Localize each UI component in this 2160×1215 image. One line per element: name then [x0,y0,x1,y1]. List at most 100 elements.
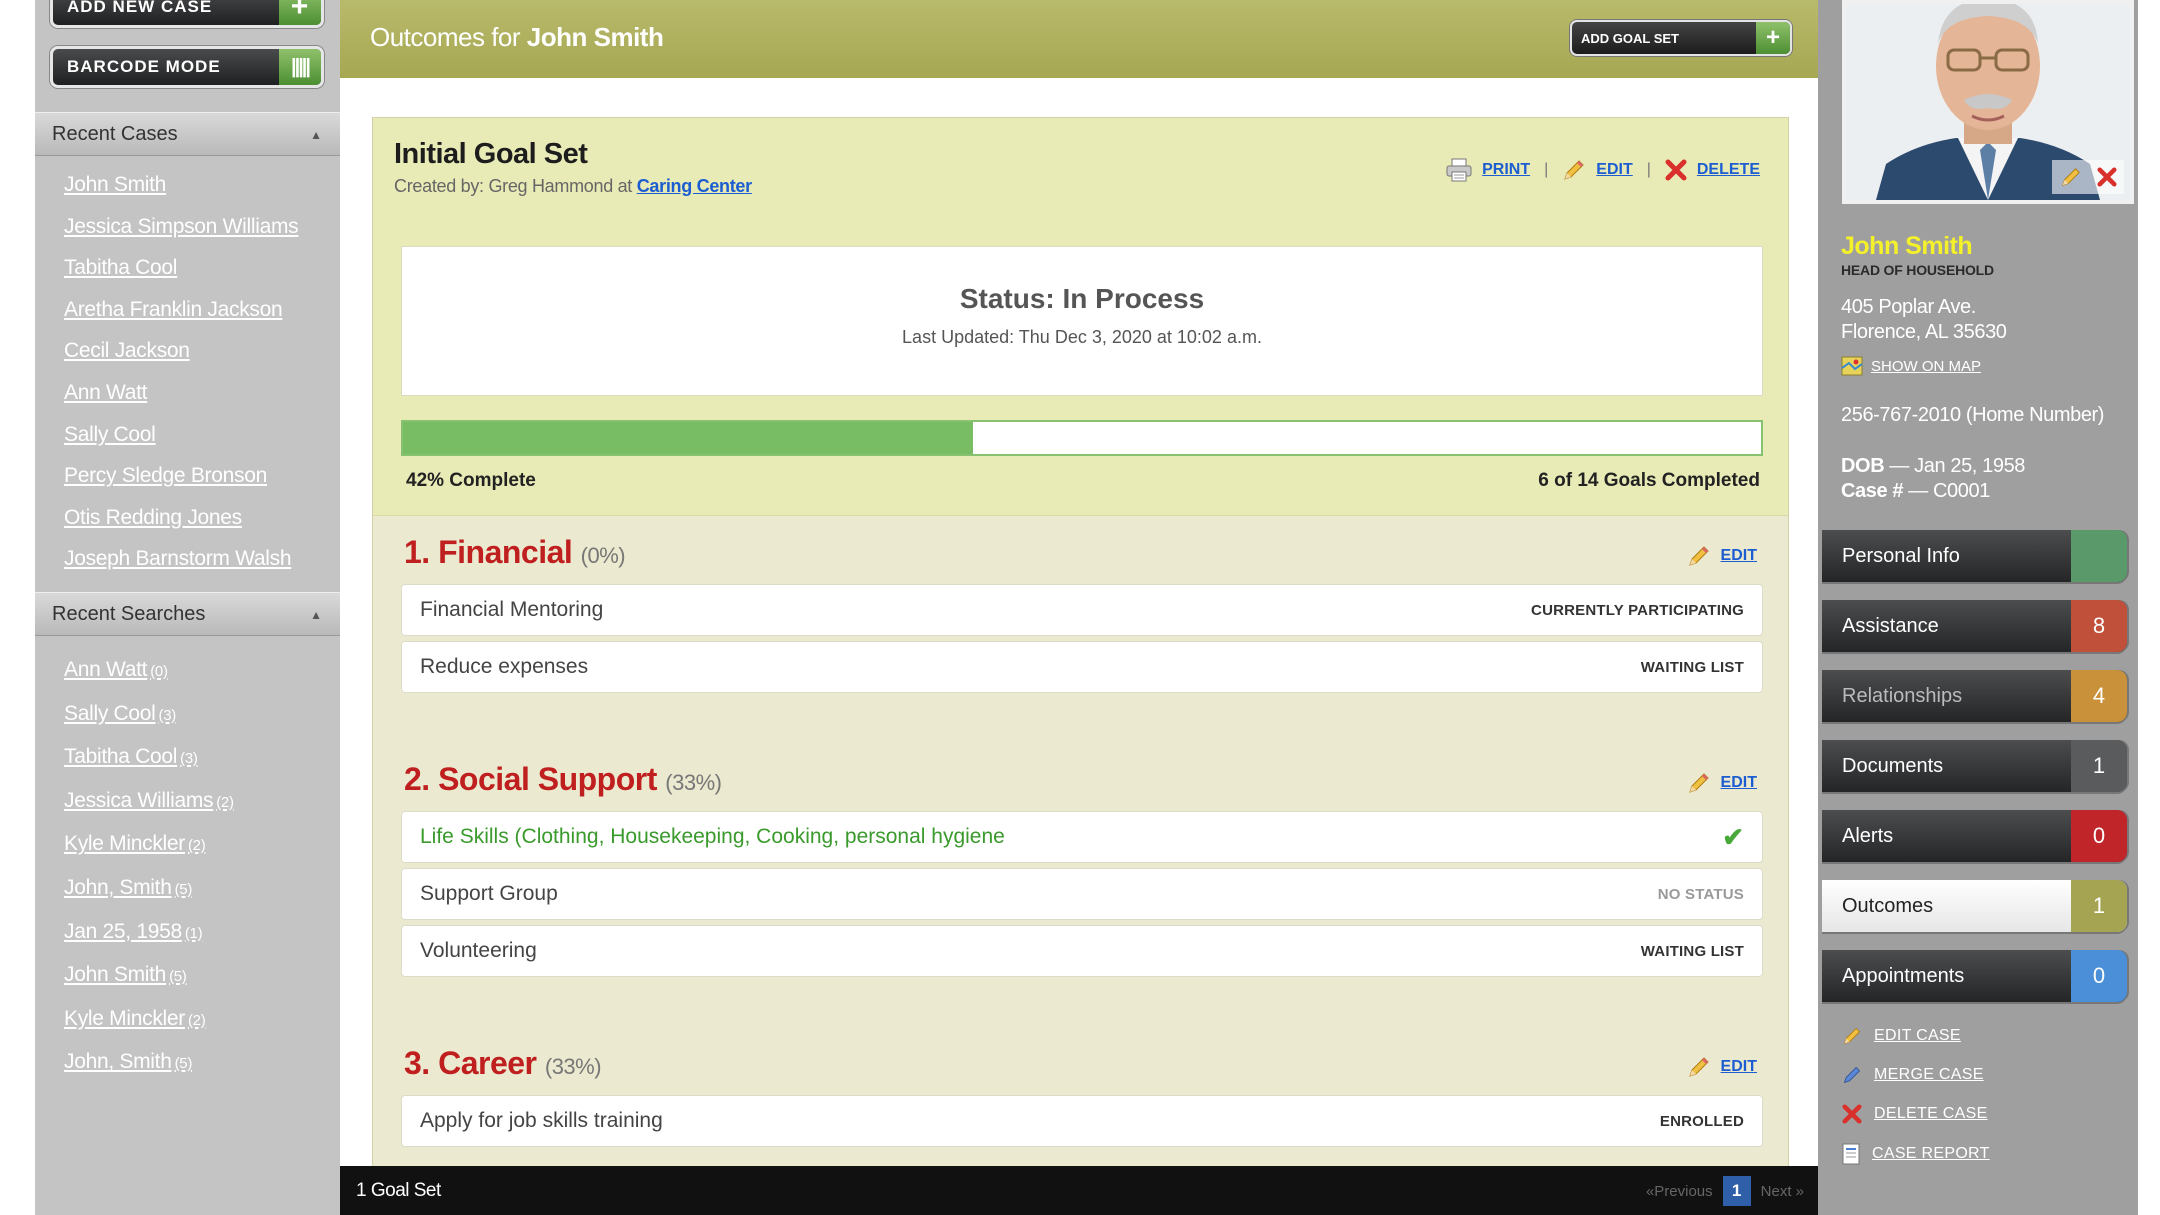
recent-search-item[interactable]: John, Smith (5) [64,866,234,910]
edit-section-link[interactable]: EDIT [1721,774,1757,792]
next-page-link[interactable]: Next » [1761,1183,1804,1200]
recent-cases-heading[interactable]: Recent Cases ▲ [35,112,340,156]
checkmark-icon: ✔ [1722,821,1744,852]
recent-search-item[interactable]: John Smith (5) [64,953,234,997]
recent-case-link[interactable]: Joseph Barnstorm Walsh [64,538,298,580]
recent-searches-heading[interactable]: Recent Searches ▲ [35,592,340,636]
app-window: ADD NEW CASE + BARCODE MODE ||||| Recent… [0,0,2160,1215]
page-header: Outcomes for John Smith ADD GOAL SET + [340,0,1818,78]
progress-bar-fill [403,422,974,454]
goal-name: Reduce expenses [420,655,589,678]
nav-outcomes[interactable]: Outcomes 1 [1822,880,2127,932]
recent-case-link[interactable]: Tabitha Cool [64,247,298,289]
nav-assistance[interactable]: Assistance 8 [1822,600,2127,652]
recent-case-link[interactable]: Otis Redding Jones [64,497,298,539]
goal-set-created-by: Created by: Greg Hammond at Caring Cente… [394,176,752,197]
barcode-icon: ||||| [279,49,321,85]
recent-search-count: (1) [184,924,203,942]
created-by-text: Created by: Greg Hammond at [394,176,633,196]
recent-case-link[interactable]: Cecil Jackson [64,330,298,372]
client-case-number: Case # — C0001 [1841,480,1990,503]
recent-search-label: Ann Watt [64,658,148,681]
recent-search-item[interactable]: Kyle Minckler (2) [64,822,234,866]
merge-case-link[interactable]: MERGE CASE [1842,1065,1984,1085]
show-on-map-link[interactable]: SHOW ON MAP [1841,356,1981,376]
recent-case-link[interactable]: Aretha Franklin Jackson [64,289,298,331]
recent-case-link[interactable]: John Smith [64,164,298,206]
profile-photo [1842,0,2134,204]
barcode-mode-button[interactable]: BARCODE MODE ||||| [50,46,324,88]
delete-goal-set-link[interactable]: DELETE [1697,161,1760,179]
current-page-button[interactable]: 1 [1722,1176,1751,1206]
client-role: HEAD OF HOUSEHOLD [1841,262,1994,278]
recent-search-item[interactable]: John, Smith (5) [64,1040,234,1084]
status-last-updated: Last Updated: Thu Dec 3, 2020 at 10:02 a… [902,327,1262,347]
recent-search-item[interactable]: Sally Cool (3) [64,692,234,736]
remove-photo-x-icon[interactable] [2096,167,2117,187]
nav-personal-info[interactable]: Personal Info [1822,530,2127,582]
delete-case-link[interactable]: DELETE CASE [1842,1104,1988,1124]
recent-search-label: Sally Cool [64,701,156,725]
nav-label: Relationships [1842,684,1963,707]
add-new-case-label: ADD NEW CASE [67,0,213,16]
pencil-icon[interactable] [1687,771,1711,795]
pager: «Previous 1 Next » [1646,1176,1804,1206]
goal-row-completed[interactable]: Life Skills (Clothing, Housekeeping, Coo… [401,811,1763,863]
recent-case-link[interactable]: Ann Watt [64,372,298,414]
add-goal-set-button[interactable]: ADD GOAL SET + [1570,20,1792,56]
edit-case-link[interactable]: EDIT CASE [1842,1026,1961,1046]
recent-case-link[interactable]: Jessica Simpson Williams [64,206,299,248]
recent-search-item[interactable]: Kyle Minckler (2) [64,997,234,1041]
nav-label: Appointments [1842,964,1965,987]
delete-x-icon[interactable] [1665,159,1687,181]
nav-relationships[interactable]: Relationships 4 [1822,670,2127,722]
recent-search-label: John, Smith [64,1050,172,1074]
recent-search-item[interactable]: Tabitha Cool (3) [64,735,234,779]
case-report-label: CASE REPORT [1872,1145,1990,1162]
page-title: Outcomes for John Smith [370,22,664,53]
pencil-icon[interactable] [1687,1055,1711,1079]
goal-set-title: Initial Goal Set [394,138,588,170]
pencil-icon[interactable] [1687,544,1711,568]
goal-name: Volunteering [420,939,537,962]
goal-row[interactable]: Volunteering WAITING LIST [401,925,1763,977]
created-by-location-link[interactable]: Caring Center [637,176,752,196]
print-link[interactable]: PRINT [1482,161,1530,179]
goal-row[interactable]: Apply for job skills training ENROLLED [401,1095,1763,1147]
pencil-icon[interactable] [1562,158,1586,182]
recent-search-item[interactable]: Jessica Williams (2) [64,779,234,823]
nav-label: Alerts [1842,824,1894,847]
recent-search-item[interactable]: Jan 25, 1958 (1) [64,910,234,954]
recent-search-count: (2) [187,1011,206,1029]
edit-section-link[interactable]: EDIT [1721,547,1757,565]
pagination-bar: 1 Goal Set «Previous 1 Next » [340,1166,1818,1215]
recent-search-label: Kyle Minckler [64,832,185,856]
collapse-triangle-icon[interactable]: ▲ [310,128,322,142]
goal-row[interactable]: Financial Mentoring CURRENTLY PARTICIPAT… [401,584,1763,636]
recent-search-count: (5) [174,880,193,898]
nav-appointments[interactable]: Appointments 0 [1822,950,2127,1002]
nav-documents[interactable]: Documents 1 [1822,740,2127,792]
collapse-triangle-icon[interactable]: ▲ [310,608,322,622]
case-report-link[interactable]: CASE REPORT [1842,1143,1990,1165]
nav-alerts[interactable]: Alerts 0 [1822,810,2127,862]
right-sidebar: John Smith HEAD OF HOUSEHOLD 405 Poplar … [1818,0,2138,1215]
goal-status: WAITING LIST [1640,942,1744,960]
add-new-case-button[interactable]: ADD NEW CASE + [50,0,324,28]
previous-page-link[interactable]: «Previous [1646,1183,1713,1200]
edit-photo-pencil-icon[interactable] [2060,166,2082,188]
merge-case-label: MERGE CASE [1874,1066,1984,1083]
recent-case-link[interactable]: Percy Sledge Bronson [64,455,298,497]
printer-icon[interactable] [1446,158,1472,182]
page-title-prefix: Outcomes for [370,22,521,52]
goal-name: Support Group [420,882,558,905]
edit-goal-set-link[interactable]: EDIT [1596,161,1632,179]
goal-name: Life Skills (Clothing, Housekeeping, Coo… [420,825,1005,848]
goal-row[interactable]: Support Group NO STATUS [401,868,1763,920]
recent-search-item[interactable]: Ann Watt (0) [64,648,234,692]
goal-name: Financial Mentoring [420,598,604,621]
goal-status: CURRENTLY PARTICIPATING [1531,601,1744,619]
edit-section-link[interactable]: EDIT [1721,1058,1757,1076]
recent-case-link[interactable]: Sally Cool [64,414,298,456]
goal-row[interactable]: Reduce expenses WAITING LIST [401,641,1763,693]
